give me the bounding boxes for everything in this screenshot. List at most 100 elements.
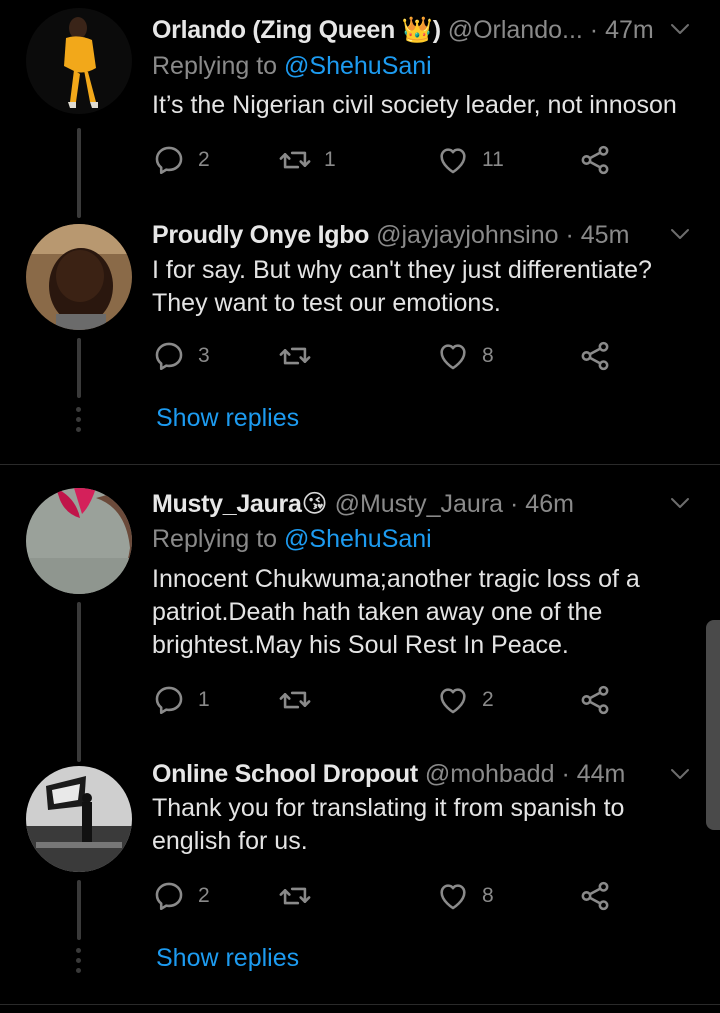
thread-divider	[0, 464, 720, 465]
heart-icon	[436, 339, 470, 373]
timestamp[interactable]: · 46m	[510, 490, 574, 518]
share-icon	[578, 143, 612, 177]
reply-button[interactable]: 2	[152, 876, 210, 916]
retweet-count: 1	[324, 148, 336, 171]
timestamp[interactable]: · 44m	[561, 760, 625, 788]
tweet-card[interactable]: Musty_Jaura😘 @Musty_Jaura · 46m Replying…	[0, 470, 720, 762]
tweet-header: Proudly Onye Igbo @jayjayjohnsino · 45m	[152, 217, 660, 253]
like-button[interactable]: 8	[436, 336, 494, 376]
retweet-button[interactable]	[278, 876, 324, 916]
show-replies-link[interactable]: Show replies	[156, 404, 299, 433]
avatar[interactable]	[26, 766, 132, 872]
display-name-suffix: )	[432, 16, 441, 44]
replying-to: Replying to @ShehuSani	[152, 49, 432, 83]
tweet-text-line: They want to test our emotions.	[152, 289, 501, 317]
retweet-button[interactable]: 1	[278, 140, 336, 180]
heart-icon	[436, 879, 470, 913]
tweet-card[interactable]: Orlando (Zing Queen 👑) @Orlando... · 47m…	[0, 0, 720, 225]
tweet-text: Innocent Chukwuma;another tragic loss of…	[152, 563, 690, 662]
thread-line	[77, 128, 81, 218]
heart-icon	[436, 683, 470, 717]
timestamp[interactable]: · 45m	[565, 221, 629, 249]
action-bar: 1 2	[152, 680, 622, 720]
retweet-icon	[278, 143, 312, 177]
action-bar: 3 8	[152, 336, 622, 376]
retweet-icon	[278, 879, 312, 913]
reply-icon	[152, 339, 186, 373]
like-count: 11	[482, 148, 504, 171]
tweet-header: Online School Dropout @mohbadd · 44m	[152, 756, 660, 792]
avatar[interactable]	[26, 488, 132, 594]
user-handle[interactable]: @mohbadd	[425, 760, 555, 788]
reply-count: 2	[198, 148, 210, 171]
tweet-text-line: patriot.Death hath taken away one of the	[152, 598, 603, 626]
share-button[interactable]	[578, 876, 612, 916]
action-bar: 2 1 11	[152, 140, 622, 180]
scrollbar-handle[interactable]	[706, 620, 720, 830]
thread-line	[77, 602, 81, 762]
retweet-button[interactable]	[278, 336, 324, 376]
like-count: 8	[482, 344, 494, 367]
like-count: 2	[482, 688, 494, 711]
more-replies-dots	[76, 948, 82, 978]
tweet-text-line: It’s the Nigerian civil society leader, …	[152, 91, 677, 119]
reply-button[interactable]: 3	[152, 336, 210, 376]
crown-emoji: 👑	[401, 16, 433, 44]
reply-count: 3	[198, 344, 210, 367]
share-button[interactable]	[578, 336, 612, 376]
tweet-header: Orlando (Zing Queen 👑) @Orlando... · 47m	[152, 12, 660, 48]
share-button[interactable]	[578, 140, 612, 180]
action-bar: 2 8	[152, 876, 622, 916]
user-handle[interactable]: @Orlando...	[448, 16, 583, 44]
like-count: 8	[482, 884, 494, 907]
more-replies-dots	[76, 407, 82, 437]
chevron-down-icon[interactable]	[668, 762, 692, 786]
display-name[interactable]: Proudly Onye Igbo	[152, 221, 369, 249]
tweet-text-line: Thank you for translating it from spanis…	[152, 794, 625, 822]
share-icon	[578, 339, 612, 373]
tweet-header: Musty_Jaura😘 @Musty_Jaura · 46m	[152, 486, 660, 522]
tweet-card[interactable]: Online School Dropout @mohbadd · 44m Tha…	[0, 750, 720, 1005]
like-button[interactable]: 2	[436, 680, 494, 720]
tweet-text-line: english for us.	[152, 827, 308, 855]
timestamp[interactable]: · 47m	[590, 16, 654, 44]
reply-count: 2	[198, 884, 210, 907]
reply-count: 1	[198, 688, 210, 711]
reply-icon	[152, 879, 186, 913]
mention-link[interactable]: @ShehuSani	[284, 52, 432, 80]
display-name[interactable]: Orlando (Zing Queen	[152, 16, 402, 44]
tweet-text: It’s the Nigerian civil society leader, …	[152, 89, 690, 122]
tweet-card[interactable]: Proudly Onye Igbo @jayjayjohnsino · 45m …	[0, 210, 720, 465]
user-handle[interactable]: @Musty_Jaura	[335, 490, 504, 518]
share-button[interactable]	[578, 680, 612, 720]
avatar[interactable]	[26, 8, 132, 114]
replying-label: Replying to	[152, 52, 285, 80]
kiss-emoji: 😘	[301, 490, 328, 518]
chevron-down-icon[interactable]	[668, 491, 692, 515]
user-handle[interactable]: @jayjayjohnsino	[376, 221, 558, 249]
tweet-text-line: I for say. But why can't they just diffe…	[152, 256, 652, 284]
display-name[interactable]: Online School Dropout	[152, 760, 418, 788]
retweet-icon	[278, 339, 312, 373]
tweet-text-line: brightest.May his Soul Rest In Peace.	[152, 631, 569, 659]
retweet-button[interactable]	[278, 680, 324, 720]
like-button[interactable]: 8	[436, 876, 494, 916]
thread-line	[77, 880, 81, 940]
replying-label: Replying to	[152, 525, 285, 553]
heart-icon	[436, 143, 470, 177]
display-name[interactable]: Musty_Jaura	[152, 490, 302, 518]
mention-link[interactable]: @ShehuSani	[284, 525, 432, 553]
avatar[interactable]	[26, 224, 132, 330]
thread-divider	[0, 1004, 720, 1005]
chevron-down-icon[interactable]	[668, 222, 692, 246]
like-button[interactable]: 11	[436, 140, 504, 180]
retweet-icon	[278, 683, 312, 717]
reply-button[interactable]: 2	[152, 140, 210, 180]
reply-button[interactable]: 1	[152, 680, 210, 720]
show-replies-link[interactable]: Show replies	[156, 944, 299, 973]
tweet-text: I for say. But why can't they just diffe…	[152, 254, 690, 320]
tweet-text-line: Innocent Chukwuma;another tragic loss of…	[152, 565, 640, 593]
reply-icon	[152, 143, 186, 177]
chevron-down-icon[interactable]	[668, 17, 692, 41]
tweet-text: Thank you for translating it from spanis…	[152, 792, 690, 858]
